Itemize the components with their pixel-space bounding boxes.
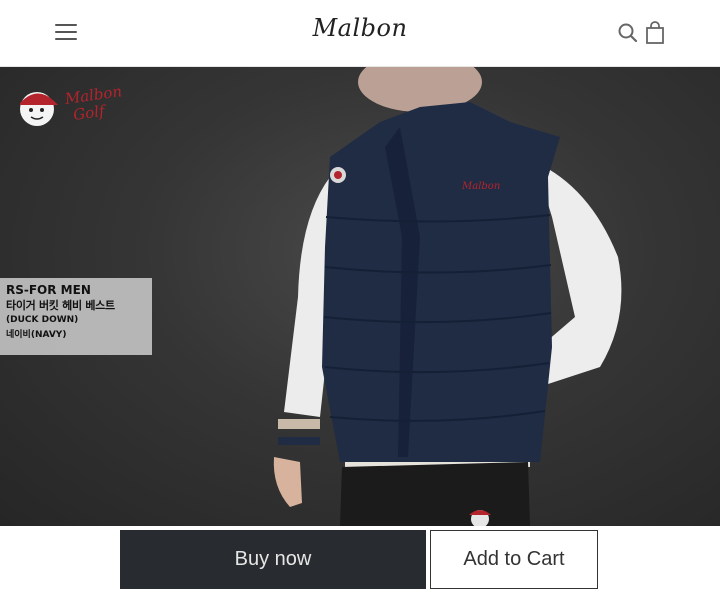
product-line-material: (DUCK DOWN) (6, 315, 79, 325)
product-hero-image: Malbon Malbon Golf RS-FOR MEN 타이거 버킷 헤비 … (0, 67, 720, 526)
search-icon[interactable] (616, 20, 640, 46)
product-label: RS-FOR MEN 타이거 버킷 헤비 베스트 (DUCK DOWN) 네이비… (0, 278, 152, 355)
golf-ball-mascot-icon (20, 92, 58, 126)
hamburger-menu-icon[interactable] (55, 24, 77, 42)
product-line-category: RS-FOR MEN (6, 283, 91, 297)
product-line-color: 네이비(NAVY) (6, 330, 67, 340)
brand-script-text: Malbon Golf (64, 82, 126, 125)
shopping-bag-icon[interactable] (643, 20, 667, 46)
product-line-name: 타이거 버킷 헤비 베스트 (6, 299, 115, 312)
brand-badge: Malbon Golf (14, 82, 126, 143)
buy-now-button[interactable]: Buy now (120, 530, 426, 589)
site-header: Malbon (0, 0, 720, 67)
add-to-cart-button[interactable]: Add to Cart (430, 530, 598, 589)
site-logo[interactable]: Malbon (300, 14, 420, 42)
vest-logo-text: Malbon (461, 181, 500, 192)
